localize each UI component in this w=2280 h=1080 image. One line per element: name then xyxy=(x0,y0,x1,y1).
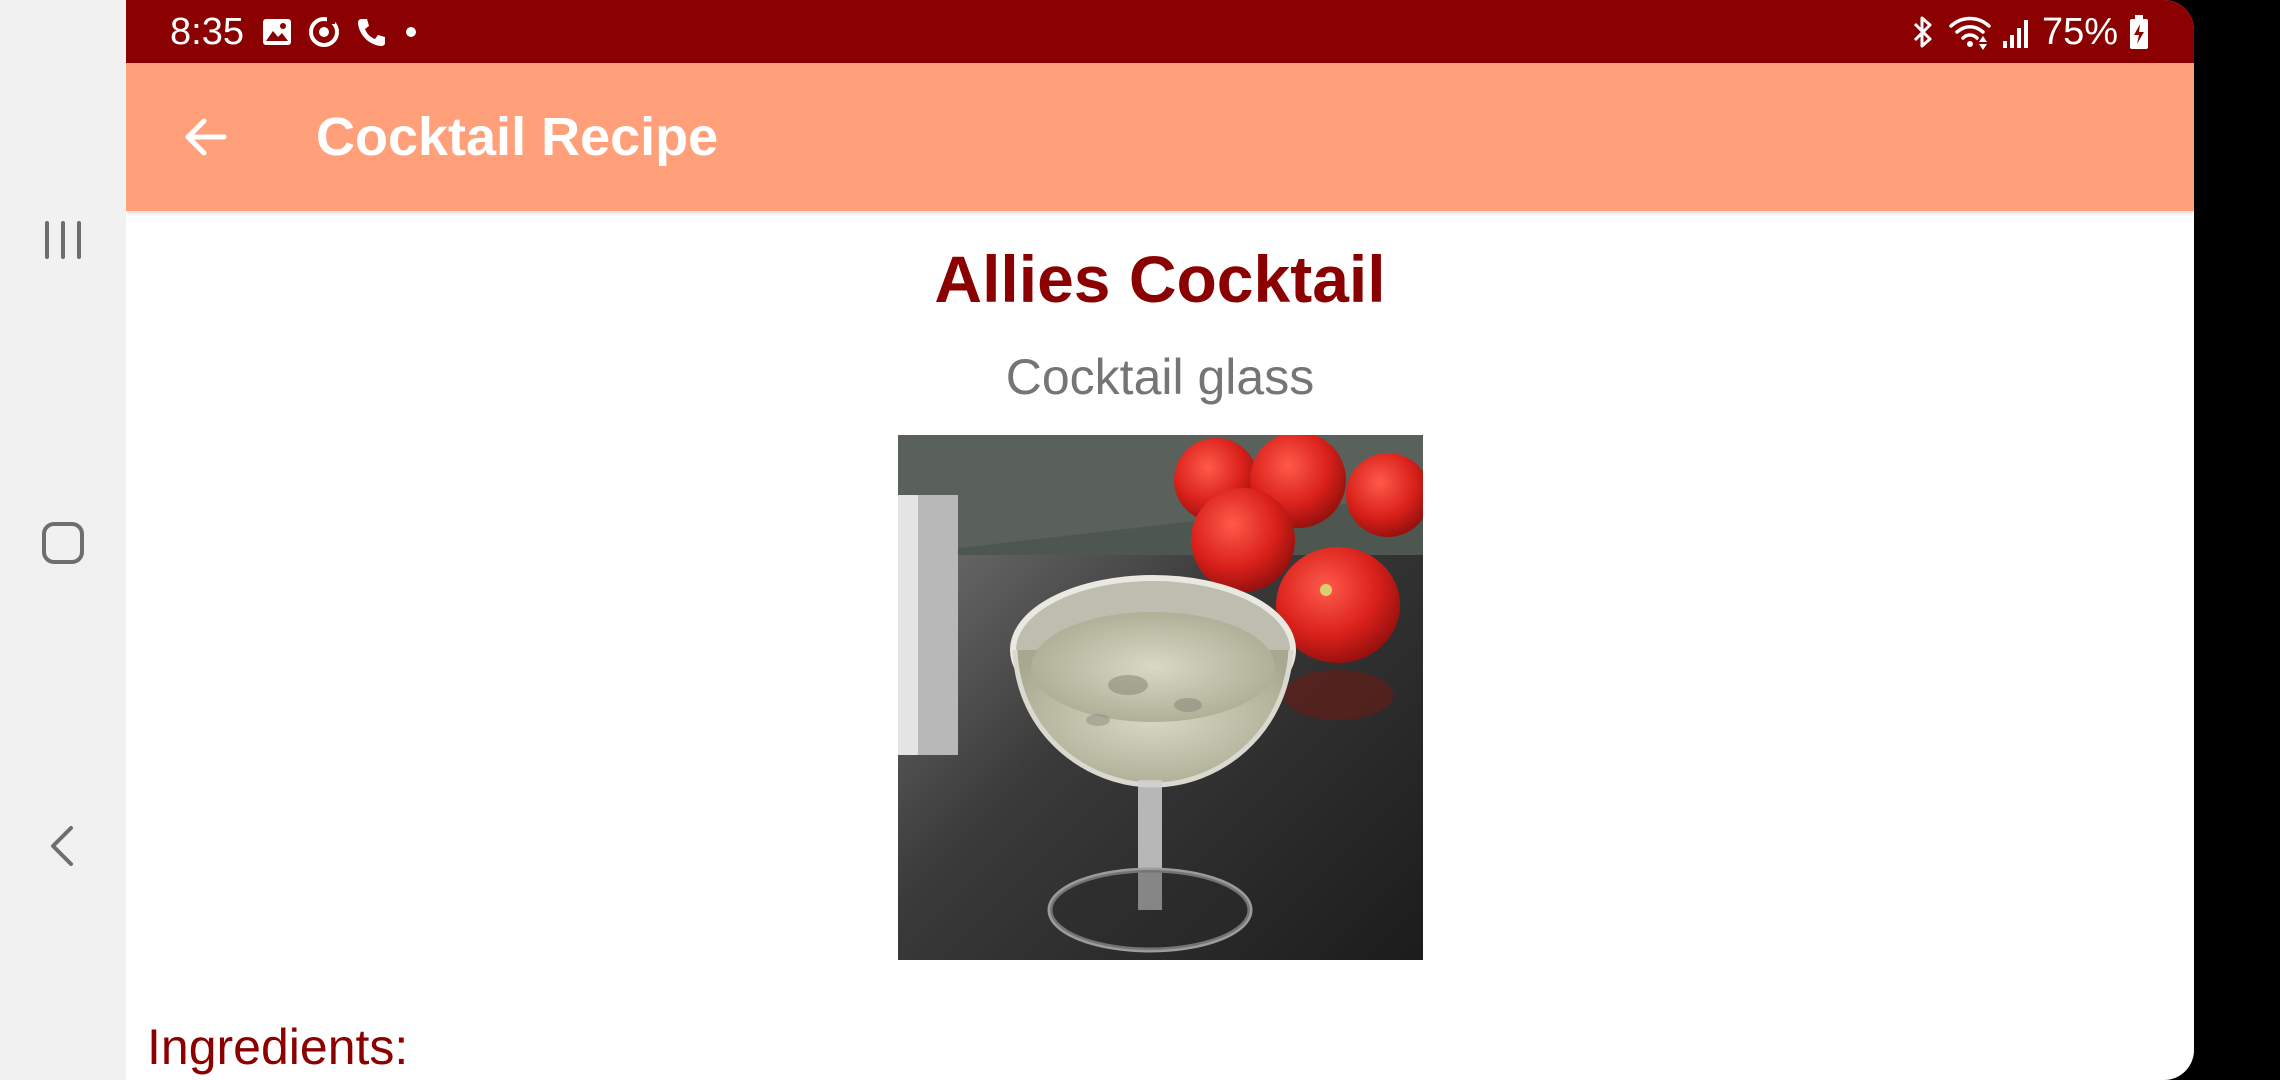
recipe-content: Allies Cocktail Cocktail glass Ingredien… xyxy=(126,211,2194,1080)
signal-icon xyxy=(2002,20,2028,48)
sync-icon xyxy=(309,16,339,47)
system-back-button[interactable] xyxy=(23,806,103,886)
phone-icon xyxy=(358,19,385,46)
status-bar: 8:35 75% xyxy=(126,0,2194,63)
status-time: 8:35 xyxy=(170,11,244,53)
cocktail-photo xyxy=(898,435,1423,960)
page-title: Cocktail Recipe xyxy=(316,107,719,167)
home-icon xyxy=(42,522,84,564)
glass-type: Cocktail glass xyxy=(1005,349,1315,405)
back-icon xyxy=(51,826,73,866)
bluetooth-icon xyxy=(1913,16,1932,48)
back-button[interactable] xyxy=(166,97,246,177)
battery-charging-icon xyxy=(2130,15,2148,49)
ingredients-heading: Ingredients: xyxy=(147,1019,409,1075)
drink-name: Allies Cocktail xyxy=(934,242,1386,316)
wifi-icon xyxy=(1949,16,1991,50)
battery-percent: 75% xyxy=(2041,11,2118,53)
home-button[interactable] xyxy=(23,503,103,583)
dot-icon xyxy=(406,27,416,37)
system-status-icons: 75% xyxy=(1908,10,2150,54)
system-navigation-bar xyxy=(0,0,126,1080)
recents-icon xyxy=(45,221,81,259)
recents-button[interactable] xyxy=(23,200,103,280)
gallery-icon xyxy=(263,19,291,45)
app-screen: 8:35 75% Cocktail Recipe Allies Cocktail… xyxy=(126,0,2194,1080)
notification-icons xyxy=(261,14,421,50)
app-bar: Cocktail Recipe xyxy=(126,63,2194,211)
arrow-back-icon xyxy=(185,118,227,156)
